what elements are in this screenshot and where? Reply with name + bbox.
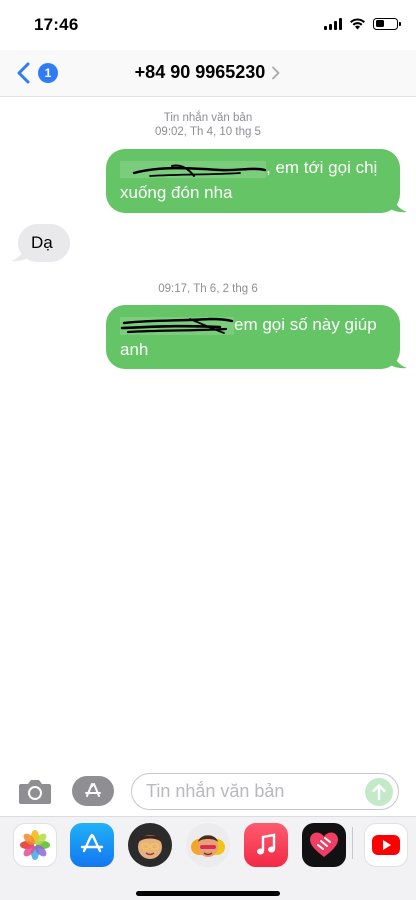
sent-message-bubble[interactable]: , em tới gọi chị xuống đón nha — [106, 149, 407, 213]
message-input-field[interactable] — [131, 773, 399, 810]
sent-message-bubble[interactable]: em gọi số này giúp anh — [106, 305, 407, 369]
battery-icon — [373, 17, 401, 30]
message-text: Dạ — [31, 233, 53, 252]
timestamp-header: 09:17, Th 6, 2 thg 6 — [0, 282, 416, 296]
home-indicator[interactable] — [136, 891, 280, 896]
digital-touch-app-icon[interactable] — [302, 823, 346, 867]
status-time: 17:46 — [34, 15, 79, 34]
music-app-icon[interactable] — [244, 823, 288, 867]
received-message-bubble[interactable]: Dạ — [11, 224, 70, 262]
timestamp-label: 09:17, Th 6, 2 thg 6 — [158, 283, 258, 295]
bubble-tail — [387, 193, 407, 213]
conversation[interactable]: Tin nhắn văn bản 09:02, Th 4, 10 thg 5 ,… — [0, 97, 416, 757]
photos-app-icon[interactable] — [13, 823, 57, 867]
compose-bar — [0, 768, 416, 816]
camera-icon[interactable] — [18, 777, 52, 805]
bubble-tail — [387, 349, 407, 369]
message-line: , em tới gọi chị — [120, 155, 386, 180]
send-button[interactable] — [365, 778, 393, 806]
timestamp-header: Tin nhắn văn bản 09:02, Th 4, 10 thg 5 — [0, 111, 416, 139]
youtube-app-icon[interactable] — [364, 823, 408, 867]
app-store-app-icon[interactable] — [70, 823, 114, 867]
timestamp-label: 09:02, Th 4, 10 thg 5 — [155, 126, 261, 138]
contact-name: +84 90 9965230 — [134, 62, 266, 82]
message-line: em gọi số này giúp — [120, 312, 386, 337]
app-store-icon — [85, 783, 101, 797]
message-input[interactable] — [132, 774, 352, 808]
wifi-icon — [350, 18, 365, 30]
animoji-app-icon[interactable] — [186, 823, 230, 867]
status-icons — [324, 17, 401, 30]
app-drawer — [0, 816, 416, 900]
status-bar: 17:46 — [0, 0, 416, 50]
arrow-up-icon — [372, 784, 386, 800]
memoji-app-icon[interactable] — [128, 823, 172, 867]
redacted-name — [120, 158, 267, 180]
nav-bar: 1 +84 90 9965230 — [0, 50, 416, 97]
drawer-divider — [352, 827, 353, 859]
bubble-tail — [11, 242, 31, 262]
message-line: xuống đón nha — [120, 183, 233, 202]
app-store-button[interactable] — [72, 776, 114, 806]
contact-header[interactable]: +84 90 9965230 — [0, 62, 416, 83]
cellular-signal-icon — [324, 17, 342, 30]
redacted-phone — [120, 315, 234, 337]
chevron-right-icon — [272, 66, 280, 79]
message-type-label: Tin nhắn văn bản — [163, 112, 253, 124]
message-line: anh — [120, 340, 149, 359]
